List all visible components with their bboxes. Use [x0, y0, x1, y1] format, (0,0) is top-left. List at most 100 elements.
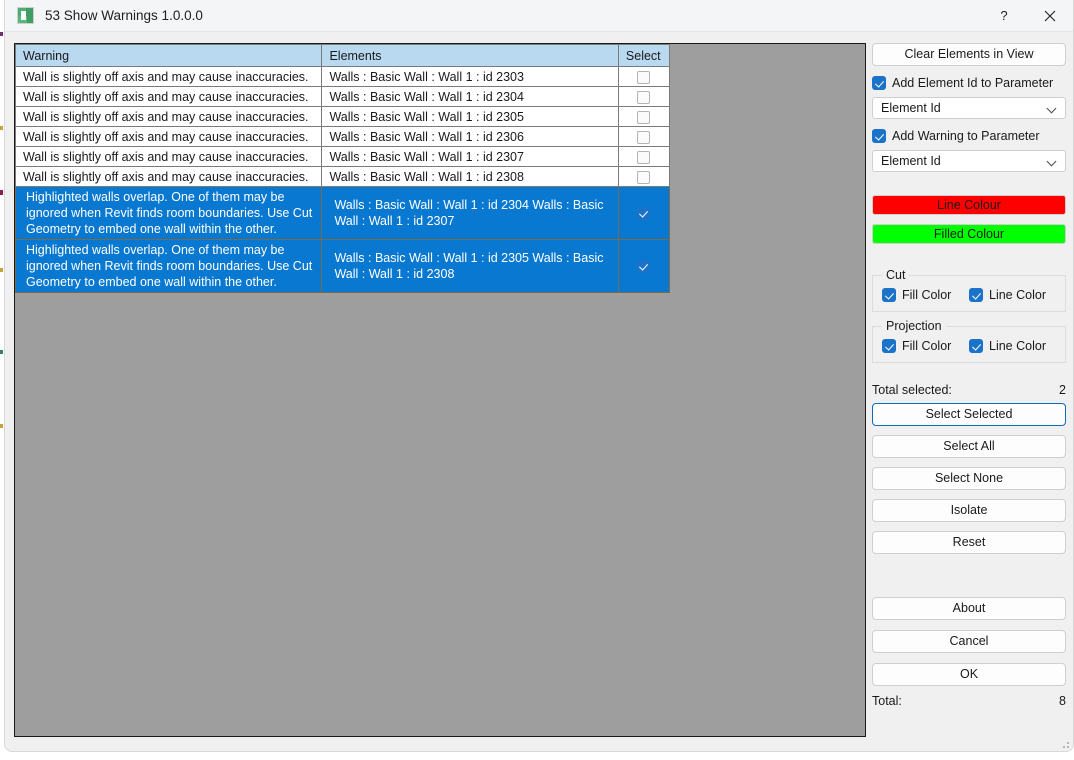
cell-warning: Highlighted walls overlap. One of them m…: [14, 239, 323, 293]
row-select-checkbox[interactable]: [637, 260, 651, 274]
reset-button[interactable]: Reset: [872, 531, 1066, 554]
background-artifact: [0, 126, 3, 130]
row-select-checkbox[interactable]: [637, 150, 651, 164]
cut-line-color-label: Line Color: [989, 288, 1046, 302]
help-button[interactable]: ?: [981, 0, 1027, 31]
select-selected-button[interactable]: Select Selected: [872, 403, 1066, 426]
projection-line-color-checkbox[interactable]: [969, 339, 983, 353]
element-id-parameter-select[interactable]: Element Id: [872, 97, 1066, 119]
cell-select[interactable]: [617, 166, 671, 187]
title-bar: 53 Show Warnings 1.0.0.0 ?: [5, 0, 1073, 32]
window-title: 53 Show Warnings 1.0.0.0: [45, 8, 203, 23]
cut-fill-color-row[interactable]: Fill Color: [882, 286, 969, 304]
element-id-parameter-value: Element Id: [881, 101, 941, 115]
about-button[interactable]: About: [872, 597, 1066, 620]
add-warning-to-parameter-row[interactable]: Add Warning to Parameter: [872, 127, 1066, 145]
cut-line-color-checkbox[interactable]: [969, 288, 983, 302]
select-none-button[interactable]: Select None: [872, 467, 1066, 490]
table-row[interactable]: Wall is slightly off axis and may cause …: [14, 126, 671, 147]
line-colour-button[interactable]: Line Colour: [872, 195, 1066, 215]
cell-elements: Walls : Basic Wall : Wall 1 : id 2304 Wa…: [321, 186, 619, 240]
cell-select[interactable]: [617, 66, 671, 87]
cell-elements: Walls : Basic Wall : Wall 1 : id 2304: [321, 86, 619, 107]
column-header-select[interactable]: Select: [617, 44, 671, 67]
cell-elements: Walls : Basic Wall : Wall 1 : id 2303: [321, 66, 619, 87]
resize-grip[interactable]: [1059, 738, 1069, 748]
table-header-row: Warning Elements Select: [14, 44, 671, 67]
table-row[interactable]: Wall is slightly off axis and may cause …: [14, 106, 671, 127]
cut-fill-color-label: Fill Color: [902, 288, 952, 302]
select-all-button[interactable]: Select All: [872, 435, 1066, 458]
close-button[interactable]: [1027, 0, 1073, 31]
cell-select[interactable]: [617, 186, 671, 240]
warnings-table-body: Wall is slightly off axis and may cause …: [14, 66, 671, 293]
window-controls: ?: [981, 0, 1073, 31]
background-artifact: [0, 268, 3, 272]
cell-select[interactable]: [617, 106, 671, 127]
background-artifact: [0, 32, 3, 36]
warnings-table[interactable]: Warning Elements Select Wall is slightly…: [14, 44, 671, 293]
cell-elements: Walls : Basic Wall : Wall 1 : id 2305: [321, 106, 619, 127]
add-element-id-to-parameter-row[interactable]: Add Element Id to Parameter: [872, 74, 1066, 92]
cell-select[interactable]: [617, 239, 671, 293]
add-warning-label: Add Warning to Parameter: [892, 129, 1040, 143]
cell-warning: Wall is slightly off axis and may cause …: [14, 126, 323, 147]
table-row[interactable]: Highlighted walls overlap. One of them m…: [14, 186, 671, 240]
cell-select[interactable]: [617, 86, 671, 107]
projection-group-label: Projection: [886, 319, 942, 333]
cell-elements: Walls : Basic Wall : Wall 1 : id 2305 Wa…: [321, 239, 619, 293]
chevron-down-icon: [1047, 158, 1057, 164]
background-artifact: [0, 424, 3, 428]
options-panel: Clear Elements in View Add Element Id to…: [872, 43, 1066, 743]
total-label: Total:: [872, 694, 902, 708]
table-row[interactable]: Wall is slightly off axis and may cause …: [14, 86, 671, 107]
cell-warning: Highlighted walls overlap. One of them m…: [14, 186, 323, 240]
cut-group-label: Cut: [886, 268, 906, 282]
row-select-checkbox[interactable]: [637, 130, 651, 144]
cell-warning: Wall is slightly off axis and may cause …: [14, 66, 323, 87]
projection-fill-color-checkbox[interactable]: [882, 339, 896, 353]
column-header-elements[interactable]: Elements: [321, 44, 619, 67]
cut-line-color-row[interactable]: Line Color: [969, 286, 1056, 304]
total-row: Total: 8: [872, 694, 1066, 708]
cut-fill-color-checkbox[interactable]: [882, 288, 896, 302]
isolate-button[interactable]: Isolate: [872, 499, 1066, 522]
total-selected-value: 2: [1059, 383, 1066, 397]
row-select-checkbox[interactable]: [637, 170, 651, 184]
table-row[interactable]: Wall is slightly off axis and may cause …: [14, 146, 671, 167]
cell-warning: Wall is slightly off axis and may cause …: [14, 146, 323, 167]
projection-line-color-label: Line Color: [989, 339, 1046, 353]
table-row[interactable]: Highlighted walls overlap. One of them m…: [14, 239, 671, 293]
row-select-checkbox[interactable]: [637, 110, 651, 124]
cell-elements: Walls : Basic Wall : Wall 1 : id 2308: [321, 166, 619, 187]
add-element-id-checkbox[interactable]: [872, 76, 886, 90]
clear-elements-in-view-button[interactable]: Clear Elements in View: [872, 43, 1066, 66]
row-select-checkbox[interactable]: [637, 70, 651, 84]
cell-select[interactable]: [617, 126, 671, 147]
warning-parameter-select[interactable]: Element Id: [872, 150, 1066, 172]
add-element-id-label: Add Element Id to Parameter: [892, 76, 1054, 90]
projection-line-color-row[interactable]: Line Color: [969, 337, 1056, 355]
cancel-button[interactable]: Cancel: [872, 630, 1066, 653]
table-row[interactable]: Wall is slightly off axis and may cause …: [14, 66, 671, 87]
add-warning-checkbox[interactable]: [872, 129, 886, 143]
filled-colour-button[interactable]: Filled Colour: [872, 224, 1066, 244]
row-select-checkbox[interactable]: [637, 90, 651, 104]
cell-warning: Wall is slightly off axis and may cause …: [14, 106, 323, 127]
cell-select[interactable]: [617, 146, 671, 167]
row-select-checkbox[interactable]: [637, 207, 651, 221]
background-artifact: [0, 190, 3, 195]
column-header-warning[interactable]: Warning: [14, 44, 323, 67]
cut-group: Cut Fill Color Line Color: [872, 268, 1066, 312]
cell-elements: Walls : Basic Wall : Wall 1 : id 2306: [321, 126, 619, 147]
ok-button[interactable]: OK: [872, 663, 1066, 686]
total-selected-label: Total selected:: [872, 383, 952, 397]
background-artifact: [0, 350, 3, 354]
projection-fill-color-label: Fill Color: [902, 339, 952, 353]
chevron-down-icon: [1047, 105, 1057, 111]
table-row[interactable]: Wall is slightly off axis and may cause …: [14, 166, 671, 187]
cell-warning: Wall is slightly off axis and may cause …: [14, 86, 323, 107]
projection-fill-color-row[interactable]: Fill Color: [882, 337, 969, 355]
projection-group: Projection Fill Color Line Color: [872, 319, 1066, 363]
cell-elements: Walls : Basic Wall : Wall 1 : id 2307: [321, 146, 619, 167]
